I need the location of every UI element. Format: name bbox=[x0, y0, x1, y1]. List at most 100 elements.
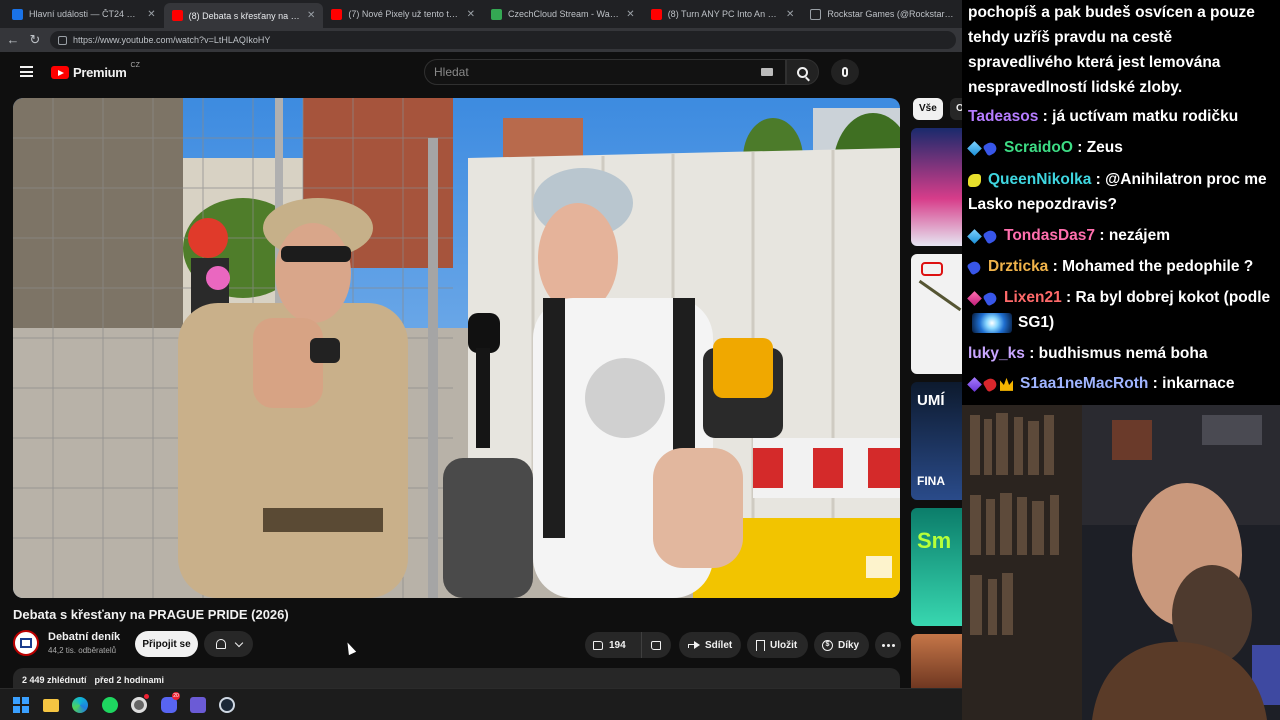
recommendations-sidebar: Vše O UMÍ FINA Sm bbox=[910, 98, 962, 698]
youtube-header: Premium CZ Hledat bbox=[0, 52, 962, 92]
app-grid-icon[interactable] bbox=[190, 697, 206, 713]
youtube-logo[interactable]: Premium CZ bbox=[51, 62, 140, 80]
youtube-play-icon bbox=[51, 66, 69, 79]
spotify-icon[interactable] bbox=[102, 697, 118, 713]
back-arrow-icon[interactable]: ← bbox=[6, 33, 20, 47]
x-icon bbox=[810, 8, 822, 20]
youtube-icon bbox=[331, 8, 343, 20]
chat-username: TondasDas7 bbox=[1004, 227, 1096, 244]
crown-icon bbox=[1000, 377, 1013, 391]
recommended-video-thumbnail[interactable]: Sm bbox=[911, 508, 962, 626]
view-info: 2 449 zhlédnutí před 2 hodinami bbox=[22, 675, 164, 685]
browser-tab[interactable]: (7) Nové Pixely už tento týden.. | P ✕ bbox=[323, 0, 483, 28]
site-info-icon[interactable] bbox=[58, 35, 67, 45]
thumbs-down-icon bbox=[651, 640, 661, 650]
chat-message: luky_ks : budhismus nemá boha bbox=[968, 345, 1208, 362]
share-label: Sdílet bbox=[705, 639, 733, 651]
like-dislike-group: 194 bbox=[585, 632, 671, 658]
discord-badge: 20 bbox=[172, 692, 180, 700]
dislike-button[interactable] bbox=[642, 632, 670, 658]
subscriber-badge-icon bbox=[966, 259, 983, 276]
more-dot bbox=[886, 643, 890, 647]
webcam-frame bbox=[962, 405, 1280, 720]
search-icon bbox=[797, 66, 808, 78]
more-actions-button[interactable] bbox=[875, 632, 901, 658]
emote-icon bbox=[972, 312, 1012, 333]
cube-badge-icon bbox=[967, 376, 982, 392]
tab-close-icon[interactable]: ✕ bbox=[147, 9, 155, 20]
webcam-feed bbox=[962, 405, 1280, 720]
save-button[interactable]: Uložit bbox=[747, 632, 808, 658]
tab-close-icon[interactable]: ✕ bbox=[786, 9, 794, 20]
notification-dot bbox=[144, 694, 149, 699]
windows-start-icon[interactable] bbox=[13, 697, 29, 713]
tab-title: CzechCloud Stream - Watch Live o bbox=[508, 9, 621, 19]
chat-text: nezájem bbox=[1108, 227, 1170, 244]
view-count: 2 449 zhlédnutí bbox=[22, 675, 87, 685]
keyboard-icon[interactable] bbox=[761, 68, 773, 76]
steam-icon[interactable] bbox=[219, 697, 235, 713]
chevron-down-icon bbox=[234, 638, 243, 647]
subscriber-badge-icon bbox=[982, 376, 999, 393]
stream-chat: pochopíš a pak budeš osvícen a pouze teh… bbox=[962, 0, 1280, 405]
share-button[interactable]: Sdílet bbox=[679, 632, 741, 658]
browser-tab[interactable]: Hlavní události — ČT24 — Česká t ✕ bbox=[4, 0, 164, 28]
chat-username: luky_ks bbox=[968, 345, 1025, 362]
screen: Hlavní události — ČT24 — Česká t ✕ (8) D… bbox=[0, 0, 1280, 720]
more-dot bbox=[881, 643, 885, 647]
tab-close-icon[interactable]: ✕ bbox=[467, 9, 475, 20]
chat-text: Mohamed the pedophile ? bbox=[1062, 258, 1254, 275]
chat-text: já uctívam matku rodičku bbox=[1052, 108, 1239, 125]
chat-text: SG1) bbox=[1018, 314, 1055, 331]
join-button[interactable]: Připojit se bbox=[135, 631, 198, 657]
video-player[interactable] bbox=[13, 98, 900, 598]
taskbar bbox=[0, 688, 962, 720]
thanks-button[interactable]: $ Díky bbox=[814, 632, 869, 658]
like-count: 194 bbox=[609, 639, 626, 651]
microphone-icon bbox=[842, 67, 848, 77]
search-button[interactable] bbox=[786, 59, 819, 85]
more-dot bbox=[891, 643, 895, 647]
recommended-video-thumbnail[interactable]: UMÍ FINA bbox=[911, 382, 962, 500]
chrome-icon[interactable] bbox=[131, 697, 147, 713]
chip-other[interactable]: O bbox=[950, 98, 962, 120]
youtube-icon bbox=[171, 10, 183, 21]
tab-title: (8) Debata s křesťany na PRAGUE bbox=[188, 10, 301, 21]
menu-icon[interactable] bbox=[20, 66, 33, 77]
browser-tab[interactable]: Rockstar Games (@RockstarGame bbox=[802, 0, 962, 28]
tab-close-icon[interactable]: ✕ bbox=[307, 10, 315, 21]
browser-tab[interactable]: CzechCloud Stream - Watch Live o ✕ bbox=[483, 0, 643, 28]
chip-all[interactable]: Vše bbox=[913, 98, 943, 120]
url-field[interactable]: https://www.youtube.com/watch?v=LtHLAQIk… bbox=[50, 31, 956, 49]
subscriber-badge-icon bbox=[982, 228, 999, 245]
recommended-video-thumbnail[interactable] bbox=[911, 254, 962, 374]
chat-message: Drzticka : Mohamed the pedophile ? bbox=[966, 254, 1280, 279]
thanks-icon: $ bbox=[822, 639, 833, 651]
region-code: CZ bbox=[130, 62, 140, 69]
ct24-icon bbox=[12, 8, 23, 20]
bookmark-icon bbox=[756, 639, 765, 651]
channel-avatar[interactable] bbox=[13, 630, 39, 656]
reload-icon[interactable]: ↻ bbox=[28, 33, 42, 47]
chat-text: Zeus bbox=[1086, 139, 1123, 156]
like-button[interactable]: 194 bbox=[585, 632, 642, 658]
recommended-video-thumbnail[interactable] bbox=[911, 128, 962, 246]
thumbnail-text: UMÍ bbox=[917, 392, 945, 409]
voice-search-button[interactable] bbox=[831, 59, 859, 85]
browser-tab-active[interactable]: (8) Debata s křesťany na PRAGUE ✕ bbox=[163, 3, 324, 28]
chat-message: Lixen21 : Ra byl dobrej kokot (podle bbox=[967, 285, 1280, 310]
file-explorer-icon[interactable] bbox=[43, 699, 59, 712]
cube-badge-icon bbox=[967, 228, 982, 244]
channel-name[interactable]: Debatní deník bbox=[48, 631, 120, 643]
chat-username: Lixen21 bbox=[1004, 289, 1062, 306]
czechcloud-icon bbox=[491, 8, 503, 20]
chat-text: pochopíš a pak budeš osvícen a pouze teh… bbox=[968, 4, 1255, 96]
video-title: Debata s křesťany na PRAGUE PRIDE (2026) bbox=[13, 607, 289, 622]
tab-close-icon[interactable]: ✕ bbox=[626, 9, 634, 20]
edge-icon[interactable] bbox=[72, 697, 88, 713]
url-text: https://www.youtube.com/watch?v=LtHLAQIk… bbox=[73, 35, 271, 45]
browser-tab[interactable]: (8) Turn ANY PC Into An Xbox! HU ✕ bbox=[643, 0, 803, 28]
notification-bell-button[interactable] bbox=[204, 631, 253, 657]
search-input[interactable]: Hledat bbox=[424, 59, 786, 85]
chat-message: Tadeasos : já uctívam matku rodičku bbox=[968, 108, 1239, 125]
